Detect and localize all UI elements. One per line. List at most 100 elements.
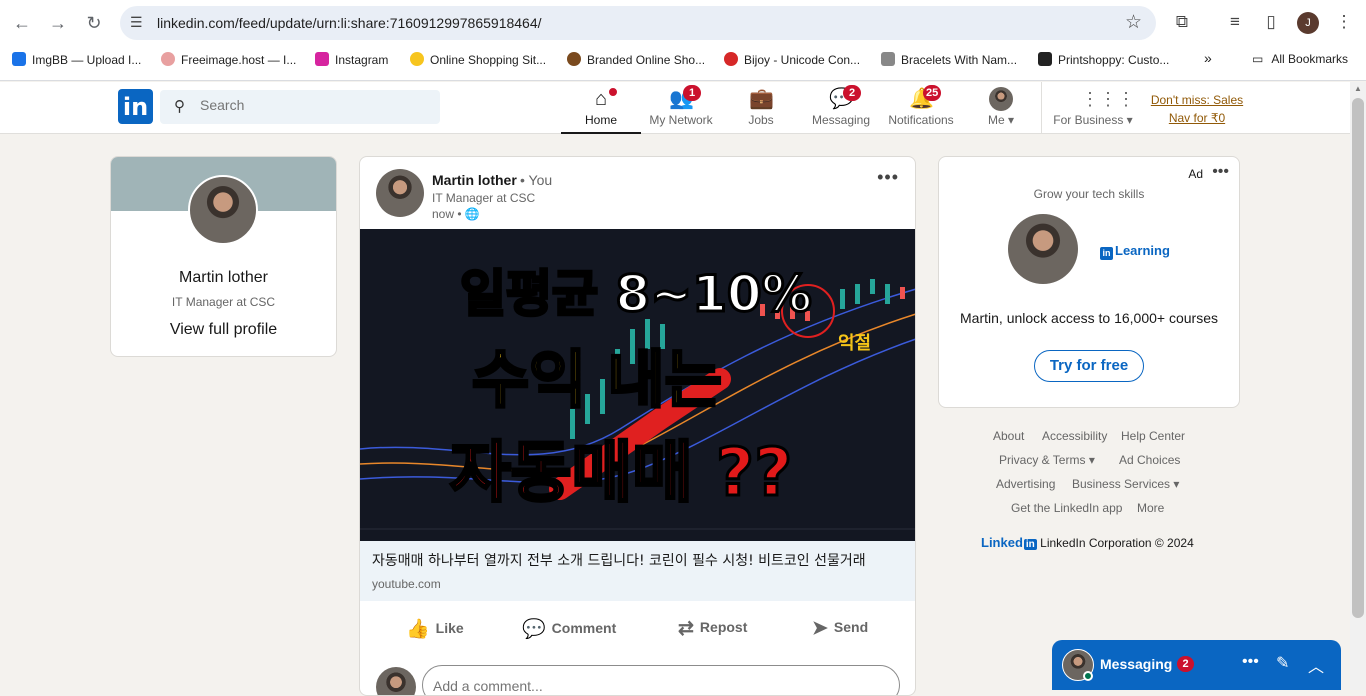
footer-more-link[interactable]: More [1137, 501, 1164, 515]
ad-more-icon[interactable]: ••• [1212, 163, 1229, 181]
browser-menu-icon[interactable]: ⋮ [1333, 11, 1355, 33]
nav-notifications-label: Notifications [888, 113, 954, 127]
profile-card: Martin lother IT Manager at CSC View ful… [110, 156, 337, 357]
footer-about-link[interactable]: About [993, 429, 1024, 443]
send-button[interactable]: ➤ Send [812, 617, 868, 640]
bookmark-label: Bijoy - Unicode Con... [744, 53, 861, 67]
premium-promo-link[interactable]: Don't miss: Sales Nav for ₹0 [1145, 91, 1249, 127]
search-input[interactable] [200, 97, 420, 113]
profile-avatar[interactable] [188, 175, 258, 245]
nav-me[interactable]: Me ▾ [961, 82, 1041, 134]
side-panel-icon[interactable]: ▯ [1260, 11, 1282, 33]
nav-me-label: Me ▾ [961, 113, 1041, 127]
nav-notifications[interactable]: 🔔 25 Notifications [881, 82, 961, 134]
link-preview[interactable]: 자동매매 하나부터 열까지 전부 소개 드립니다! 코린이 필수 시청! 비트코… [360, 541, 915, 601]
bookmark-item[interactable]: Bijoy - Unicode Con... [724, 52, 860, 67]
scrollbar-thumb[interactable] [1352, 98, 1364, 618]
bookmark-item[interactable]: Bracelets With Nam... [881, 52, 1017, 67]
bookmark-star-icon[interactable]: ☆ [1125, 11, 1142, 34]
back-icon[interactable]: ← [10, 11, 34, 35]
feed-post: Martin lother • You IT Manager at CSC no… [359, 156, 916, 696]
bookmark-item[interactable]: Freeimage.host — I... [161, 52, 296, 67]
post-more-icon[interactable]: ••• [877, 167, 899, 188]
me-label-text: Me [987, 113, 1005, 127]
extensions-icon[interactable]: ⧉ [1171, 11, 1193, 33]
bookmark-item[interactable]: ImgBB — Upload I... [12, 52, 141, 67]
caret-down-icon: ▾ [1173, 477, 1180, 491]
promo-line-2: Nav for ₹0 [1168, 111, 1226, 125]
footer-accessibility-link[interactable]: Accessibility [1042, 429, 1107, 443]
nav-for-business[interactable]: ⋮⋮⋮ For Business ▾ [1053, 82, 1135, 134]
video-thumbnail[interactable]: 일평균 8~10% 수익 내는 자동매매 ?? 익절 [360, 229, 915, 541]
nav-my-network[interactable]: 👥 1 My Network [641, 82, 721, 134]
messaging-more-icon[interactable]: ••• [1242, 653, 1259, 671]
footer-business-link[interactable]: Business Services ▾ [1072, 477, 1179, 491]
scroll-up-icon[interactable]: ▲ [1350, 82, 1366, 96]
repost-label: Repost [699, 619, 748, 635]
footer-app-link[interactable]: Get the LinkedIn app [1011, 501, 1122, 515]
comment-box[interactable] [422, 665, 900, 695]
post-author-name[interactable]: Martin lother [432, 172, 517, 188]
url-text[interactable]: linkedin.com/feed/update/urn:li:share:71… [157, 15, 542, 31]
bookmark-item[interactable]: Online Shopping Sit... [410, 52, 546, 67]
profile-name[interactable]: Martin lother [111, 269, 336, 287]
chevron-up-icon[interactable]: ︿ [1308, 653, 1324, 677]
comment-button[interactable]: 💬 Comment [522, 617, 616, 641]
copyright-text: LinkedIn Corporation © 2024 [1040, 536, 1194, 550]
messaging-badge: 2 [843, 85, 861, 101]
footer-adchoices-link[interactable]: Ad Choices [1119, 453, 1180, 467]
page-scrollbar[interactable]: ▲ [1350, 82, 1366, 690]
bookmark-item[interactable]: Printshoppy: Custo... [1038, 52, 1169, 67]
nav-messaging[interactable]: 💬 2 Messaging [801, 82, 881, 134]
forward-icon[interactable]: → [46, 11, 70, 35]
post-author-headline: IT Manager at CSC [432, 191, 536, 205]
post-actions: 👍 Like 💬 Comment ⇄ Repost ➤ Send [360, 601, 915, 657]
caret-down-icon: ▾ [1088, 453, 1095, 467]
footer-help-link[interactable]: Help Center [1121, 429, 1185, 443]
linkedin-wordmark: Linked in [981, 535, 1037, 550]
more-bookmarks-icon[interactable]: » [1204, 50, 1212, 66]
media-icon[interactable]: ≡ [1224, 11, 1246, 33]
footer-privacy-link[interactable]: Privacy & Terms ▾ [999, 453, 1095, 467]
repost-button[interactable]: ⇄ Repost [678, 617, 747, 640]
bookmark-label: Bracelets With Nam... [901, 53, 1018, 67]
bookmark-item[interactable]: Instagram [315, 52, 388, 67]
search-box[interactable]: ⚲ [160, 90, 440, 124]
bookmark-favicon-icon [161, 52, 175, 66]
nav-home[interactable]: ⌂ Home [561, 82, 641, 134]
wordmark-text: Linked [981, 535, 1023, 550]
view-profile-link[interactable]: View full profile [111, 321, 336, 339]
footer-advertising-link[interactable]: Advertising [996, 477, 1055, 491]
comment-input[interactable] [433, 678, 813, 694]
compose-icon[interactable]: ✎ [1276, 653, 1289, 673]
reload-icon[interactable]: ↻ [82, 11, 106, 35]
address-bar[interactable]: ☰ linkedin.com/feed/update/urn:li:share:… [120, 6, 1156, 40]
linkedin-logo[interactable]: in [118, 89, 153, 124]
ad-offer-text: Martin, unlock access to 16,000+ courses [960, 310, 1218, 326]
messaging-title[interactable]: Messaging [1100, 656, 1172, 672]
post-author-avatar[interactable] [376, 169, 424, 217]
like-button[interactable]: 👍 Like [406, 617, 464, 641]
try-for-free-button[interactable]: Try for free [1034, 350, 1144, 382]
bookmark-label: Branded Online Sho... [587, 53, 706, 67]
post-timestamp: now • 🌐 [432, 207, 480, 221]
browser-profile-avatar[interactable]: J [1297, 12, 1319, 34]
bookmark-item[interactable]: Branded Online Sho... [567, 52, 705, 67]
nav-messaging-label: Messaging [811, 113, 871, 127]
business-text: Business Services [1072, 477, 1171, 491]
post-time-text: now • [432, 207, 462, 221]
link-title[interactable]: 자동매매 하나부터 열까지 전부 소개 드립니다! 코린이 필수 시청! 비트코… [372, 550, 866, 570]
browser-chrome: ← → ↻ ☰ linkedin.com/feed/update/urn:li:… [0, 0, 1366, 81]
site-info-icon[interactable]: ☰ [130, 14, 148, 32]
comment-row [376, 665, 900, 695]
grid-icon: ⋮⋮⋮ [1081, 89, 1135, 109]
messaging-overlay[interactable]: Messaging 2 ••• ✎ ︿ [1052, 640, 1341, 690]
nav-jobs[interactable]: 💼 Jobs [721, 82, 801, 134]
like-label: Like [435, 620, 464, 636]
bookmark-label: ImgBB — Upload I... [32, 53, 142, 67]
thumbnail-headline-2: 수익 내는 [471, 342, 724, 418]
all-bookmarks-button[interactable]: ▭ All Bookmarks [1252, 52, 1348, 66]
linkedin-in-icon: in [1100, 247, 1113, 260]
bookmarks-bar: ImgBB — Upload I... Freeimage.host — I..… [0, 46, 1366, 74]
bookmark-favicon-icon [12, 52, 26, 66]
